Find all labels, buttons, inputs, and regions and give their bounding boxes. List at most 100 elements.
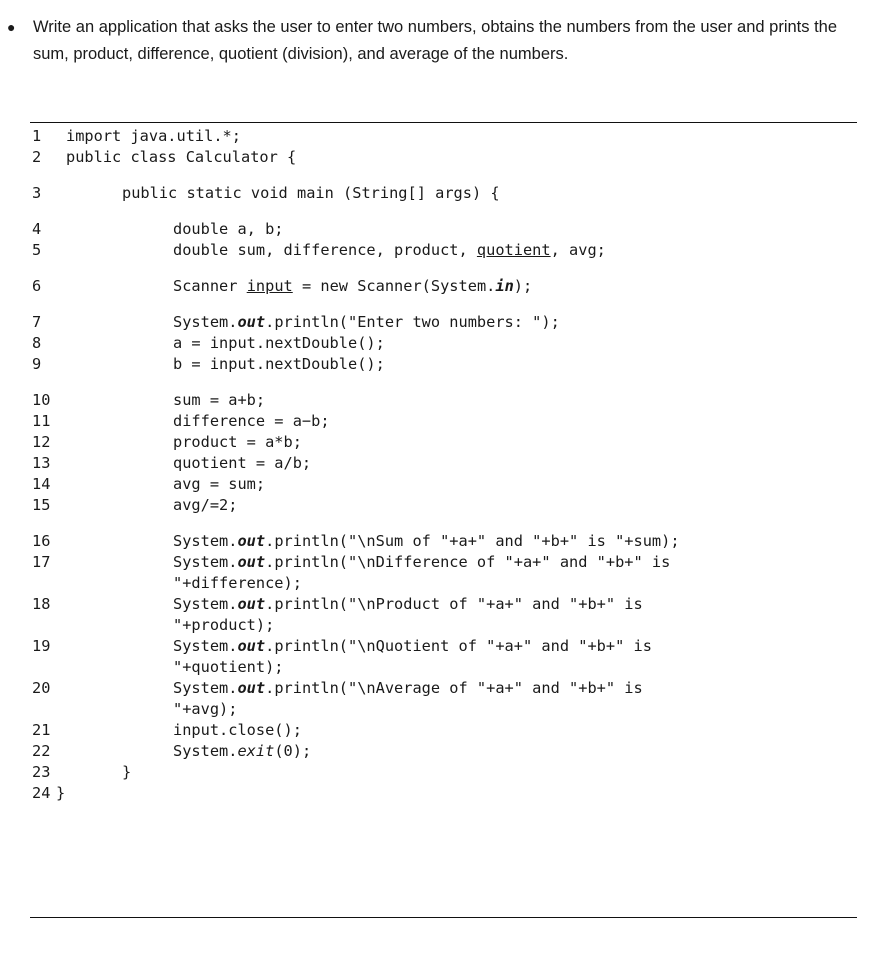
code-line: 9 b = input.nextDouble();	[32, 354, 858, 375]
code-token-static-field: out	[237, 637, 266, 655]
code-text: b = input.nextDouble();	[173, 354, 385, 375]
code-token: b = input.nextDouble();	[173, 355, 385, 373]
code-bottom-rule	[30, 917, 857, 918]
code-token: avg = sum;	[173, 475, 266, 493]
code-line: 4 double a, b;	[32, 219, 858, 240]
code-text: avg = sum;	[173, 474, 265, 495]
line-number: 16	[32, 532, 51, 550]
code-text: product = a*b;	[173, 432, 302, 453]
code-text: "+product);	[173, 616, 275, 634]
code-text: avg/=2;	[173, 495, 237, 516]
code-token: System.	[173, 742, 238, 760]
code-text: difference = a−b;	[173, 411, 330, 432]
code-text: System.out.println("\nDifference of "+a+…	[173, 552, 670, 573]
code-line-continuation: "+quotient);	[32, 657, 858, 678]
code-text: System.out.println("\nAverage of "+a+" a…	[173, 678, 643, 699]
code-line: 2 public class Calculator {	[32, 147, 858, 168]
line-number: 1	[32, 127, 42, 145]
code-text: quotient = a/b;	[173, 453, 311, 474]
code-text: "+difference);	[173, 574, 302, 592]
code-token: System.	[173, 553, 238, 571]
line-number: 18	[32, 595, 51, 613]
code-line: 17 System.out.println("\nDifference of "+…	[32, 552, 858, 573]
code-token-static-field: in	[495, 277, 514, 295]
code-text: System.out.println("\nQuotient of "+a+" …	[173, 636, 652, 657]
code-token: public class Calculator {	[66, 148, 297, 166]
code-text: a = input.nextDouble();	[173, 333, 385, 354]
code-top-rule	[30, 122, 857, 123]
code-token: .println("Enter two numbers: ");	[265, 313, 560, 331]
code-text: input.close();	[173, 720, 302, 741]
code-token: System.	[173, 313, 238, 331]
code-text: System.exit(0);	[173, 741, 311, 762]
code-text: }	[56, 783, 65, 804]
line-number: 11	[32, 412, 51, 430]
code-line: 19 System.out.println("\nQuotient of "+a+…	[32, 636, 858, 657]
code-line: 11 difference = a−b;	[32, 411, 858, 432]
code-line: 5 double sum, difference, product, quotie…	[32, 240, 858, 261]
code-line: 6 Scanner input = new Scanner(System.in);	[32, 276, 858, 297]
code-text: System.out.println("\nSum of "+a+" and "…	[173, 531, 680, 552]
code-token: product = a*b;	[173, 433, 302, 451]
code-token: System.	[173, 679, 238, 697]
code-text: "+quotient);	[173, 658, 284, 676]
code-token: System.	[173, 637, 238, 655]
line-number: 15	[32, 496, 51, 514]
task-text: Write an application that asks the user …	[33, 18, 838, 63]
code-token-static-field: out	[237, 553, 266, 571]
line-number: 10	[32, 391, 51, 409]
code-line: 8 a = input.nextDouble();	[32, 333, 858, 354]
line-number: 13	[32, 454, 51, 472]
code-token: (0);	[274, 742, 312, 760]
code-text: "+avg);	[173, 700, 238, 718]
code-line: 22 System.exit(0);	[32, 741, 858, 762]
code-line: 13 quotient = a/b;	[32, 453, 858, 474]
line-number: 23	[32, 763, 51, 781]
line-number: 21	[32, 721, 51, 739]
code-token: = new Scanner(System.	[292, 277, 496, 295]
line-number: 24	[32, 784, 51, 802]
code-token: , avg;	[550, 241, 606, 259]
code-line-continuation: "+difference);	[32, 573, 858, 594]
code-token: }	[122, 763, 132, 781]
line-number: 20	[32, 679, 51, 697]
code-token-warning-underline: input	[246, 277, 293, 295]
code-line: 7 System.out.println("Enter two numbers: …	[32, 312, 858, 333]
code-token: avg/=2;	[173, 496, 238, 514]
code-token: difference = a−b;	[173, 412, 330, 430]
line-number: 12	[32, 433, 51, 451]
code-token-static-method: exit	[237, 742, 275, 760]
line-number: 22	[32, 742, 51, 760]
code-line: 12 product = a*b;	[32, 432, 858, 453]
code-text: System.out.println("Enter two numbers: "…	[173, 312, 560, 333]
code-line: 10 sum = a+b;	[32, 390, 858, 411]
code-token-static-field: out	[237, 532, 266, 550]
code-line-continuation: "+product);	[32, 615, 858, 636]
bullet-icon: ●	[7, 19, 16, 35]
code-token: .println("\nSum of "+a+" and "+b+" is "+…	[265, 532, 680, 550]
line-number: 9	[32, 355, 42, 373]
code-token: .println("\nAverage of "+a+" and "+b+" i…	[265, 679, 643, 697]
code-token: double a, b;	[173, 220, 284, 238]
code-text: System.out.println("\nProduct of "+a+" a…	[173, 594, 643, 615]
code-token: sum = a+b;	[173, 391, 266, 409]
code-token: }	[56, 784, 66, 802]
code-line-continuation: "+avg);	[32, 699, 858, 720]
code-token: Scanner	[173, 277, 247, 295]
code-line: 1 import java.util.*;	[32, 126, 858, 147]
code-token-static-field: out	[237, 313, 266, 331]
code-token: import java.util.*;	[66, 127, 241, 145]
code-text: }	[122, 762, 131, 783]
line-number: 2	[32, 148, 42, 166]
code-line: 16 System.out.println("\nSum of "+a+" and…	[32, 531, 858, 552]
code-text: double a, b;	[173, 219, 284, 240]
code-line: 15 avg/=2;	[32, 495, 858, 516]
code-token-static-field: out	[237, 679, 266, 697]
line-number: 17	[32, 553, 51, 571]
code-token: input.close();	[173, 721, 302, 739]
line-number: 7	[32, 313, 42, 331]
line-number: 8	[32, 334, 42, 352]
code-token: System.	[173, 595, 238, 613]
code-token: );	[513, 277, 533, 295]
code-line: 3 public static void main (String[] args)…	[32, 183, 858, 204]
